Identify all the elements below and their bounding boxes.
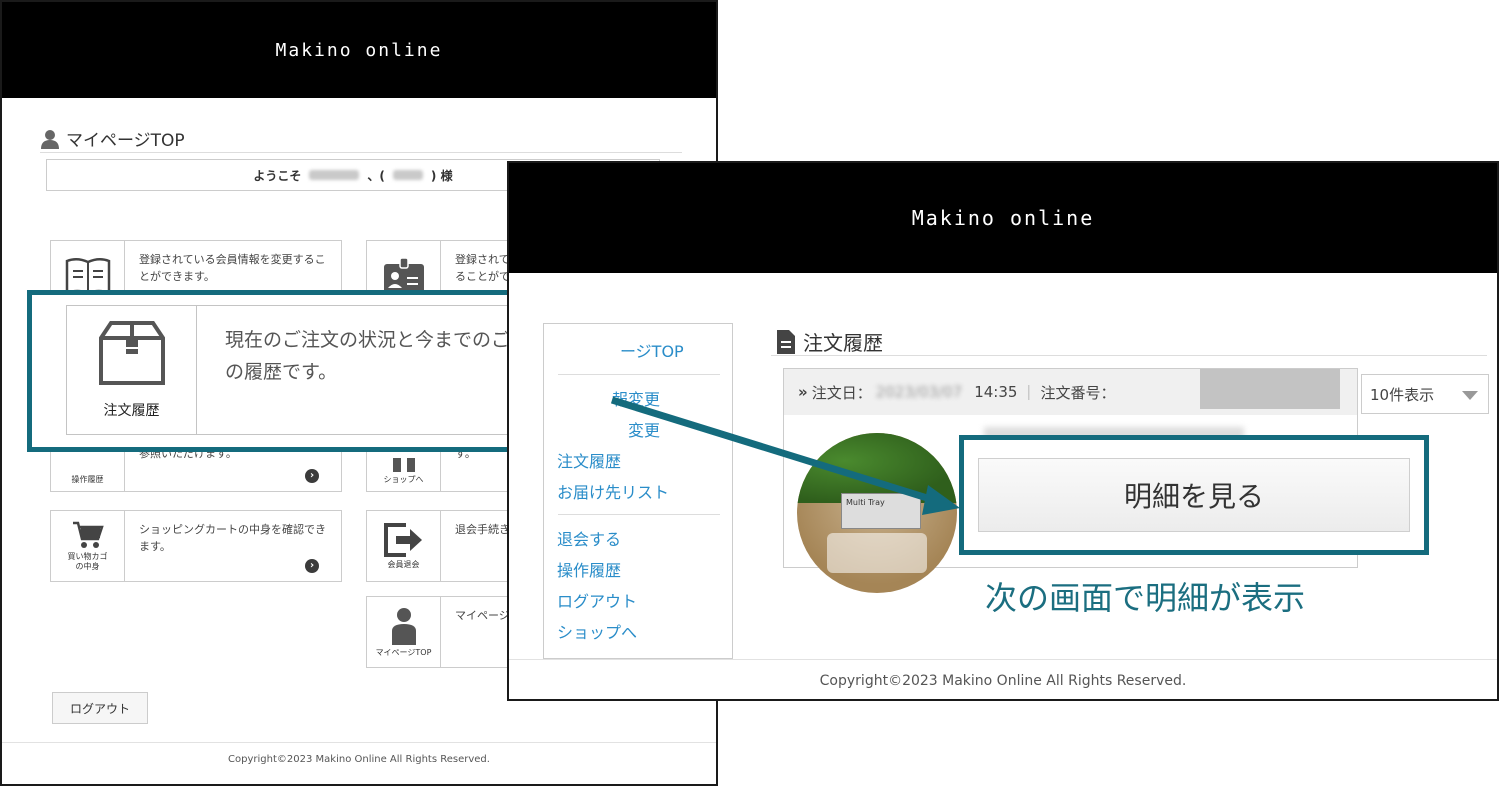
- site-header: Makino online: [2, 2, 716, 98]
- arrow-right-icon[interactable]: ›: [305, 559, 319, 573]
- cart-icon: [72, 521, 104, 548]
- sidebar-item-order-history[interactable]: 注文履歴: [557, 448, 621, 472]
- separator: ｜: [1021, 383, 1037, 402]
- divider: [40, 152, 682, 153]
- footer-divider: [509, 659, 1497, 660]
- welcome-prefix: ようこそ: [253, 168, 302, 183]
- card-label: ショップへ: [383, 475, 424, 485]
- per-page-select[interactable]: 10件表示: [1361, 374, 1489, 414]
- site-logo[interactable]: Makino online: [912, 206, 1095, 230]
- page-title-text: マイページTOP: [66, 131, 185, 151]
- sidebar-item-info-change[interactable]: 報変更: [612, 386, 660, 410]
- view-details-button[interactable]: 明細を見る: [978, 458, 1410, 532]
- annotation-caption: 次の画面で明細が表示: [985, 579, 1306, 617]
- sidebar: ージTOP 報変更 変更 注文履歴 お届け先リスト 退会する 操作履歴 ログアウ…: [543, 323, 733, 659]
- box-icon: [98, 321, 165, 385]
- document-icon: [777, 329, 795, 354]
- card-label: マイページTOP: [375, 647, 432, 657]
- card-desc-text: ショッピングカートの中身を確認できます。: [139, 523, 326, 554]
- divider: [771, 355, 1487, 356]
- order-date-label: 注文日：: [811, 383, 872, 402]
- card-label: 会員退会: [387, 559, 420, 569]
- highlight-detail-button: 明細を見る: [959, 435, 1429, 555]
- blurred-order-number: [1200, 369, 1340, 409]
- sidebar-divider: [558, 514, 720, 515]
- user-icon: [391, 607, 416, 645]
- site-header: Makino online: [509, 163, 1497, 273]
- card-desc-text: 現在のご注文の状況と今までのご注文の履歴です。: [225, 329, 549, 384]
- page-title: 注文履歴: [777, 327, 883, 356]
- arrow-right-icon[interactable]: ›: [305, 469, 319, 483]
- product-label: Multi Tray: [841, 493, 921, 529]
- sidebar-item-operation-history[interactable]: 操作履歴: [557, 557, 621, 581]
- product-image: Multi Tray: [797, 433, 957, 593]
- sidebar-item-mypage-top[interactable]: ージTOP: [620, 338, 684, 362]
- welcome-suffix: ) 様: [430, 168, 453, 183]
- order-date-value: 2023/03/07: [875, 383, 963, 401]
- user-icon: [41, 129, 59, 149]
- order-history-window: Makino online ージTOP 報変更 変更 注文履歴 お届け先リスト …: [507, 161, 1499, 701]
- sidebar-item-logout[interactable]: ログアウト: [557, 588, 637, 612]
- blurred-name: [309, 170, 360, 180]
- sidebar-item-shop[interactable]: ショップへ: [557, 619, 637, 643]
- card-label: 操作履歴: [71, 475, 104, 485]
- page-title: マイページTOP: [40, 126, 185, 151]
- card-shopping-cart[interactable]: 買い物カゴの中身 ショッピングカートの中身を確認できます。 ›: [50, 510, 342, 582]
- card-label: 注文履歴: [103, 403, 160, 419]
- order-number-label: 注文番号：: [1040, 383, 1116, 402]
- logout-button[interactable]: ログアウト: [52, 692, 148, 724]
- site-logo[interactable]: Makino online: [276, 40, 443, 61]
- footer-copyright: Copyright©2023 Makino Online All Rights …: [819, 673, 1187, 689]
- sidebar-divider: [558, 374, 720, 375]
- footer-copyright: Copyright©2023 Makino Online All Rights …: [228, 754, 490, 765]
- card-label: 買い物カゴの中身: [67, 551, 108, 571]
- chevron-down-icon: [1462, 391, 1478, 400]
- blurred-id: [392, 170, 423, 180]
- per-page-value: 10件表示: [1370, 385, 1435, 404]
- shop-icon: [392, 458, 415, 473]
- order-time: 14:35: [974, 383, 1018, 401]
- sidebar-item-withdraw[interactable]: 退会する: [557, 526, 621, 550]
- exit-icon: [383, 522, 422, 557]
- page-title-text: 注文履歴: [803, 331, 883, 355]
- card-desc: ショッピングカートの中身を確認できます。 ›: [125, 511, 341, 581]
- welcome-separator: 、(: [367, 168, 385, 183]
- chevron-down-icon[interactable]: »: [798, 383, 808, 401]
- sidebar-item-change[interactable]: 変更: [628, 417, 660, 441]
- footer-divider: [2, 742, 716, 743]
- sidebar-item-delivery-list[interactable]: お届け先リスト: [557, 479, 669, 503]
